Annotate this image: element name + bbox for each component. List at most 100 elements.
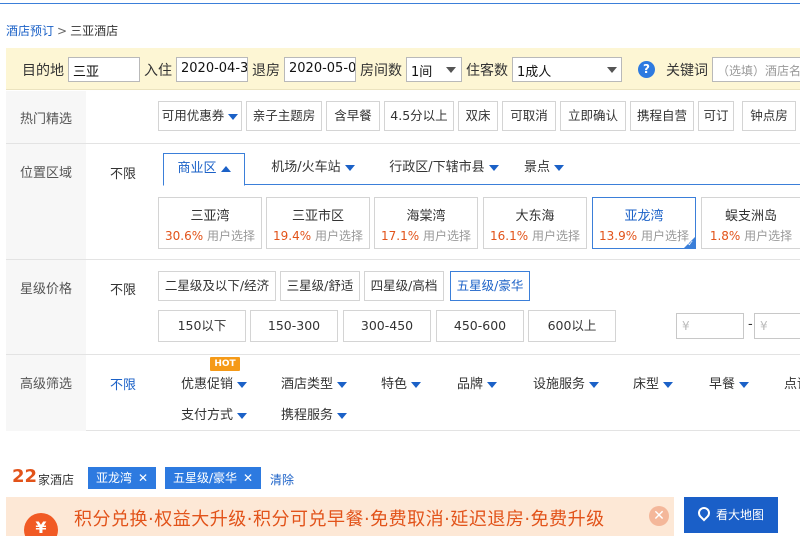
- active-filter-tag-luxury[interactable]: 五星级/豪华 ✕: [165, 467, 262, 489]
- chip-cancellable[interactable]: 可取消: [502, 101, 556, 131]
- rooms-chevron-down-icon: [446, 67, 456, 73]
- chip-star-luxury[interactable]: 五星级/豪华: [450, 271, 530, 301]
- row-divider: [6, 259, 800, 260]
- breadcrumb-current: 三亚酒店: [70, 24, 119, 38]
- caret-down-icon: [411, 381, 422, 388]
- area-user-select-text: 用户选择: [422, 229, 471, 243]
- hot-picks-label: 热门精选: [20, 112, 73, 127]
- filter-bed-type-label: 床型: [633, 377, 660, 392]
- filter-hotel-type-label: 酒店类型: [281, 377, 334, 392]
- filter-promotions[interactable]: 优惠促销: [181, 373, 248, 392]
- area-card-wuzhizhou-island[interactable]: 蜈支洲岛 1.8% 用户选择: [701, 197, 800, 249]
- filter-brand[interactable]: 品牌: [457, 373, 498, 392]
- promo-banner[interactable]: ¥ 积分兑换·权益大升级·积分可兑早餐·免费取消·延迟退房·免费升级 ✕: [6, 497, 674, 536]
- destination-input[interactable]: 三亚: [68, 57, 140, 82]
- chip-hourly-room[interactable]: 钟点房: [742, 101, 796, 131]
- close-icon[interactable]: ✕: [649, 506, 669, 526]
- area-card-haitang-bay[interactable]: 海棠湾 17.1% 用户选择: [374, 197, 478, 249]
- chip-price-300-450[interactable]: 300-450: [343, 310, 431, 342]
- area-card-yalong-bay[interactable]: 亚龙湾 13.9% 用户选择 ✓: [592, 197, 696, 249]
- checkout-date-input[interactable]: 2020-05-05: [284, 57, 356, 82]
- view-large-map-button[interactable]: 看大地图: [684, 497, 778, 533]
- filter-breakfast-label: 早餐: [709, 377, 736, 392]
- filter-breakfast[interactable]: 早餐: [709, 373, 750, 392]
- location-label: 位置区域: [20, 166, 73, 181]
- close-icon[interactable]: ✕: [243, 471, 253, 485]
- chip-price-150-300[interactable]: 150-300: [250, 310, 338, 342]
- filter-hotel-type[interactable]: 酒店类型: [281, 373, 348, 392]
- filter-reviews[interactable]: 点评: [784, 373, 800, 392]
- area-percent: 16.1%: [490, 229, 529, 243]
- filter-ctrip-service-label: 携程服务: [281, 408, 334, 423]
- tag-label: 亚龙湾: [96, 471, 133, 485]
- area-percent: 13.9%: [599, 229, 638, 243]
- map-pin-icon: [695, 504, 713, 522]
- chip-price-under-150[interactable]: 150以下: [158, 310, 246, 342]
- area-stat: 1.8% 用户选择: [702, 227, 800, 244]
- chip-rating-4-5[interactable]: 4.5分以上: [384, 101, 454, 131]
- tab-airport-station[interactable]: 机场/火车站: [258, 153, 368, 185]
- checkout-label: 退房: [252, 63, 280, 79]
- help-icon[interactable]: ?: [638, 61, 655, 78]
- filter-payment-method-label: 支付方式: [181, 408, 234, 423]
- chip-family-room[interactable]: 亲子主题房: [246, 101, 322, 131]
- chip-star-comfort[interactable]: 三星级/舒适: [280, 271, 360, 301]
- area-user-select-text: 用户选择: [314, 229, 363, 243]
- view-large-map-label: 看大地图: [716, 508, 765, 522]
- banner-text: 积分兑换·权益大升级·积分可兑早餐·免费取消·延迟退房·免费升级: [74, 509, 605, 530]
- price-max-input[interactable]: ¥: [754, 313, 800, 339]
- caret-down-icon: [337, 381, 348, 388]
- chip-breakfast[interactable]: 含早餐: [326, 101, 380, 131]
- caret-down-icon: [487, 381, 498, 388]
- chip-price-450-600[interactable]: 450-600: [436, 310, 524, 342]
- filter-facilities[interactable]: 设施服务: [533, 373, 600, 392]
- area-percent: 1.8%: [709, 229, 741, 243]
- chip-price-above-600[interactable]: 600以上: [528, 310, 616, 342]
- chip-coupon[interactable]: 可用优惠券: [158, 101, 242, 131]
- breadcrumb-hotel-booking-link[interactable]: 酒店预订: [6, 24, 54, 38]
- checkin-date-input[interactable]: 2020-04-30: [176, 57, 248, 82]
- tab-airport-station-label: 机场/火车站: [271, 160, 341, 175]
- tab-business-district[interactable]: 商业区: [163, 153, 245, 186]
- row-divider: [6, 143, 800, 144]
- area-percent: 19.4%: [273, 229, 312, 243]
- guests-select[interactable]: 1成人: [512, 57, 622, 82]
- chip-ctrip-owned[interactable]: 携程自营: [630, 101, 694, 131]
- chip-available[interactable]: 可订: [698, 101, 734, 131]
- filter-bed-type[interactable]: 床型: [633, 373, 674, 392]
- area-stat: 17.1% 用户选择: [375, 227, 477, 244]
- clear-filters-link[interactable]: 清除: [270, 471, 294, 488]
- area-user-select-text: 用户选择: [531, 229, 580, 243]
- area-card-sanya-downtown[interactable]: 三亚市区 19.4% 用户选择: [266, 197, 370, 249]
- caret-down-icon: [554, 164, 564, 171]
- star-unlimited-option[interactable]: 不限: [110, 279, 136, 298]
- tab-scenic-spot[interactable]: 景点: [518, 153, 570, 185]
- tab-administrative-district[interactable]: 行政区/下辖市县: [378, 153, 510, 185]
- chip-star-economy[interactable]: 二星级及以下/经济: [158, 271, 276, 301]
- close-icon[interactable]: ✕: [138, 471, 148, 485]
- area-card-sanya-bay[interactable]: 三亚湾 30.6% 用户选择: [158, 197, 262, 249]
- chip-coupon-label: 可用优惠券: [161, 108, 225, 123]
- caret-down-icon: [344, 164, 355, 171]
- keyword-input[interactable]: （选填）酒店名: [712, 57, 800, 82]
- location-unlimited-option[interactable]: 不限: [110, 163, 136, 182]
- chip-instant-confirm[interactable]: 立即确认: [560, 101, 626, 131]
- active-filter-tag-yalong-bay[interactable]: 亚龙湾 ✕: [88, 467, 157, 489]
- check-icon: ✓: [687, 239, 694, 248]
- keyword-label: 关键词: [666, 63, 708, 79]
- filter-payment-method[interactable]: 支付方式: [181, 404, 248, 423]
- advanced-filter-label: 高级筛选: [20, 377, 73, 392]
- filter-brand-label: 品牌: [457, 377, 484, 392]
- filter-features[interactable]: 特色: [381, 373, 422, 392]
- tab-administrative-district-label: 行政区/下辖市县: [389, 160, 485, 175]
- advanced-unlimited-option[interactable]: 不限: [110, 374, 136, 393]
- price-min-input[interactable]: ¥: [676, 313, 744, 339]
- destination-label: 目的地: [22, 63, 64, 79]
- chip-star-upscale[interactable]: 四星级/高档: [364, 271, 444, 301]
- caret-up-icon: [220, 165, 231, 172]
- chip-twin-bed[interactable]: 双床: [458, 101, 498, 131]
- area-card-dadonghai[interactable]: 大东海 16.1% 用户选择: [483, 197, 587, 249]
- filter-facilities-label: 设施服务: [533, 377, 586, 392]
- filter-panel: 热门精选 可用优惠券 亲子主题房 含早餐 4.5分以上 双床 可取消 立即确认 …: [6, 91, 800, 431]
- filter-ctrip-service[interactable]: 携程服务: [281, 404, 348, 423]
